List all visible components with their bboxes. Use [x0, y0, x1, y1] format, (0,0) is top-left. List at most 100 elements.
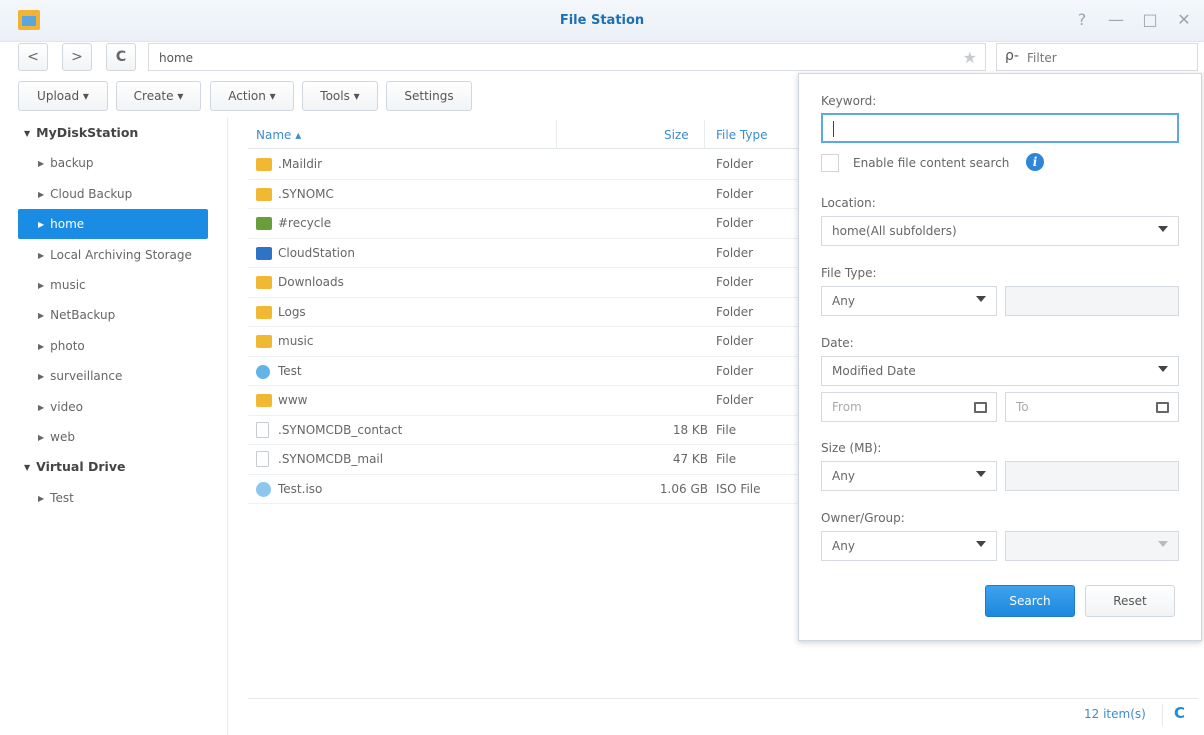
table-row[interactable]: Test.iso 1.06 GB ISO File	[248, 475, 808, 504]
forward-button[interactable]: >	[62, 43, 92, 71]
table-row[interactable]: Test Folder	[248, 357, 808, 386]
table-row[interactable]: Downloads Folder	[248, 268, 808, 298]
collapsed-arrow-icon[interactable]: ▶	[38, 190, 44, 199]
tree-group-mydiskstation[interactable]: ▼ MyDiskStation	[18, 118, 208, 148]
table-row[interactable]: #recycle Folder	[248, 209, 808, 239]
file-type: Folder	[716, 334, 754, 348]
file-type-label: File Type:	[821, 266, 877, 280]
table-row[interactable]: .SYNOMCDB_mail 47 KB File	[248, 445, 808, 475]
table-row[interactable]: .Maildir Folder	[248, 150, 808, 180]
file-type: Folder	[716, 186, 754, 201]
collapsed-arrow-icon[interactable]: ▶	[38, 433, 44, 442]
column-size[interactable]: Size	[664, 128, 689, 142]
footer-refresh-icon[interactable]: C	[1174, 704, 1185, 722]
reset-button[interactable]: Reset	[1085, 585, 1175, 617]
column-divider[interactable]	[556, 120, 557, 149]
table-row[interactable]: Logs Folder	[248, 298, 808, 327]
minimize-icon[interactable]: —	[1108, 10, 1124, 29]
filter-input[interactable]	[1027, 49, 1187, 67]
collapsed-arrow-icon[interactable]: ▶	[38, 311, 44, 320]
column-divider[interactable]	[704, 120, 705, 149]
table-row[interactable]: .SYNOMCDB_contact 18 KB File	[248, 416, 808, 445]
table-row[interactable]: www Folder	[248, 386, 808, 416]
collapsed-arrow-icon[interactable]: ▶	[38, 281, 44, 290]
size-select[interactable]: Any	[821, 461, 997, 491]
table-row[interactable]: CloudStation Folder	[248, 239, 808, 268]
sidebar-item-local-archiving-storage[interactable]: ▶ Local Archiving Storage	[18, 240, 208, 270]
owner-select[interactable]: Any	[821, 531, 997, 561]
calendar-icon[interactable]	[974, 402, 987, 413]
expand-arrow-icon[interactable]: ▼	[24, 463, 30, 472]
action-button[interactable]: Action ▾	[210, 81, 294, 111]
refresh-button[interactable]: C	[106, 43, 136, 71]
sidebar-item-backup[interactable]: ▶ backup	[18, 148, 208, 178]
date-type-select[interactable]: Modified Date	[821, 356, 1179, 386]
date-to-input[interactable]: To	[1005, 392, 1179, 422]
sidebar-item-web[interactable]: ▶ web	[18, 422, 208, 452]
folder-icon	[256, 158, 272, 171]
expand-arrow-icon[interactable]: ▼	[24, 129, 30, 138]
sidebar-item-netbackup[interactable]: ▶ NetBackup	[18, 300, 208, 330]
upload-button[interactable]: Upload ▾	[18, 81, 108, 111]
cloud-station-icon	[256, 246, 272, 260]
help-icon[interactable]: ?	[1074, 10, 1090, 29]
file-type: Folder	[716, 157, 754, 171]
title-bar: File Station ? — □ ✕	[0, 0, 1204, 42]
search-icon[interactable]: ρ-	[1005, 48, 1019, 64]
file-size: 1.06 GB	[659, 481, 708, 496]
collapsed-arrow-icon[interactable]: ▶	[38, 494, 44, 503]
column-name[interactable]: Name ▴	[256, 128, 301, 142]
keyword-input[interactable]	[821, 113, 1179, 143]
file-type: Folder	[716, 304, 754, 319]
maximize-icon[interactable]: □	[1142, 10, 1158, 29]
collapsed-arrow-icon[interactable]: ▶	[38, 251, 44, 260]
chevron-down-icon	[976, 541, 986, 547]
create-button[interactable]: Create ▾	[116, 81, 201, 111]
collapsed-arrow-icon[interactable]: ▶	[38, 220, 44, 229]
collapsed-arrow-icon[interactable]: ▶	[38, 342, 44, 351]
back-button[interactable]: <	[18, 43, 48, 71]
sidebar-item-home[interactable]: ▶ home	[18, 209, 208, 240]
star-icon[interactable]: ★	[963, 48, 977, 67]
collapsed-arrow-icon[interactable]: ▶	[38, 159, 44, 168]
group-select[interactable]	[1005, 531, 1179, 561]
sidebar-item-video[interactable]: ▶ video	[18, 392, 208, 422]
folder-icon	[256, 335, 272, 348]
file-name: Logs	[278, 304, 306, 319]
column-file-type[interactable]: File Type	[716, 128, 767, 142]
size-value-input[interactable]	[1005, 461, 1179, 491]
tree-item-label: music	[50, 278, 86, 292]
tree-item-label: Test	[50, 490, 74, 505]
chevron-down-icon	[1158, 226, 1168, 232]
file-size: 47 KB	[672, 452, 708, 466]
date-from-input[interactable]: From	[821, 392, 997, 422]
sidebar-item-photo[interactable]: ▶ photo	[18, 331, 208, 361]
path-field[interactable]: home ★	[148, 43, 986, 71]
table-row[interactable]: music Folder	[248, 327, 808, 357]
chevron-down-icon	[976, 296, 986, 302]
tools-button[interactable]: Tools ▾	[302, 81, 378, 111]
info-icon[interactable]: i	[1026, 153, 1044, 171]
sidebar-item-music[interactable]: ▶ music	[18, 270, 208, 300]
file-type-select[interactable]: Any	[821, 286, 997, 316]
tree-item-label: MyDiskStation	[36, 125, 139, 140]
folder-icon	[256, 305, 272, 319]
advanced-search-panel: Keyword: Enable file content search i Lo…	[798, 73, 1202, 641]
collapsed-arrow-icon[interactable]: ▶	[38, 403, 44, 412]
close-icon[interactable]: ✕	[1176, 10, 1192, 29]
search-button[interactable]: Search	[985, 585, 1075, 617]
settings-button[interactable]: Settings	[386, 81, 472, 111]
content-search-checkbox[interactable]	[821, 154, 839, 172]
sidebar-item-cloud-backup[interactable]: ▶ Cloud Backup	[18, 179, 208, 209]
file-extension-input[interactable]	[1005, 286, 1179, 316]
tree-item-label: home	[50, 217, 85, 232]
collapsed-arrow-icon[interactable]: ▶	[38, 372, 44, 381]
calendar-icon[interactable]	[1156, 402, 1169, 413]
sidebar-item-virtual-test[interactable]: ▶ Test	[18, 483, 208, 513]
sidebar-item-surveillance[interactable]: ▶ surveillance	[18, 361, 208, 391]
filter-box[interactable]: ρ-	[996, 43, 1198, 71]
table-row[interactable]: .SYNOMC Folder	[248, 180, 808, 209]
tree-group-virtual-drive[interactable]: ▼ Virtual Drive	[18, 452, 208, 482]
location-select[interactable]: home(All subfolders)	[821, 216, 1179, 246]
tree-item-label: Local Archiving Storage	[50, 247, 192, 262]
